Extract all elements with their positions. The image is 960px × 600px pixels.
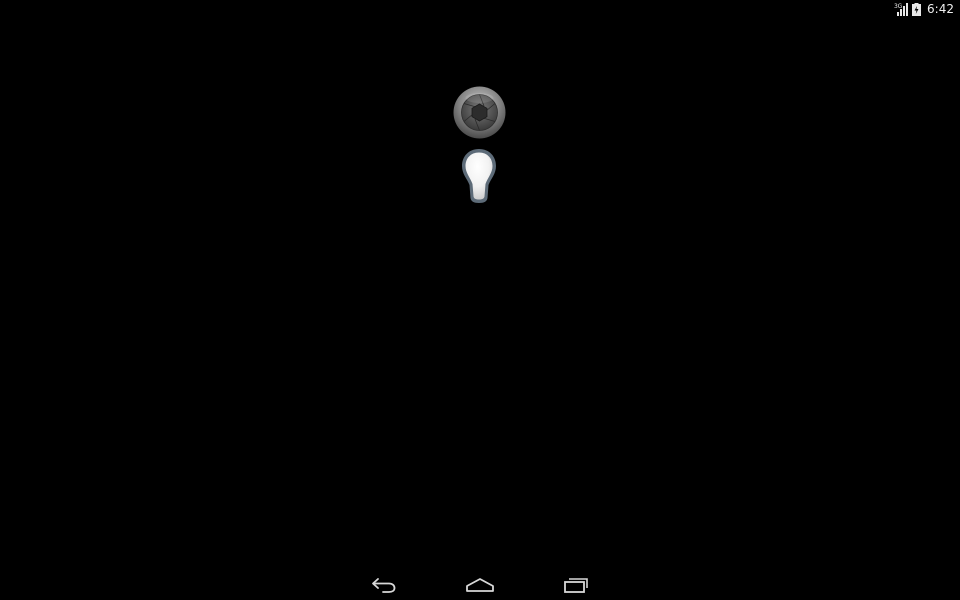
recent-apps-icon: [564, 578, 588, 593]
status-bar: 3G 6:42: [894, 0, 960, 18]
app-screen: 3G 6:42: [0, 0, 960, 600]
battery-charging-icon: [912, 2, 922, 16]
navigation-bar: [0, 570, 960, 600]
camera-shutter-button[interactable]: [453, 86, 506, 139]
light-bulb-icon: [462, 149, 496, 203]
back-icon: [372, 578, 396, 593]
back-button[interactable]: [364, 574, 404, 596]
home-button[interactable]: [460, 574, 500, 596]
recent-apps-button[interactable]: [556, 574, 596, 596]
camera-shutter-icon: [453, 86, 506, 139]
flashlight-toggle-button[interactable]: [460, 147, 498, 205]
home-icon: [466, 578, 494, 592]
status-clock: 6:42: [927, 2, 954, 16]
network-type-label: 3G: [894, 3, 902, 10]
signal-icon: 3G: [894, 2, 909, 16]
